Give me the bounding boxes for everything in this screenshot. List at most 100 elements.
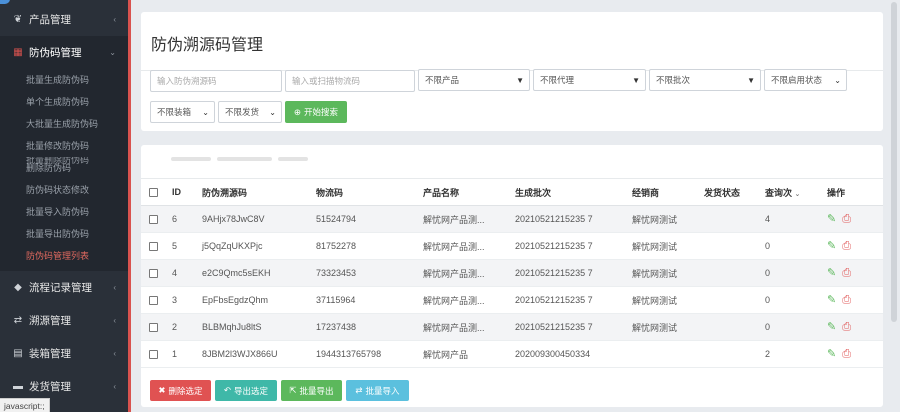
table-row: 5 j5QqZqUKXPjc 81752278 解忧网产品测... 202105… <box>141 232 883 260</box>
search-button[interactable]: ⊕ 开始搜索 <box>285 101 347 123</box>
edit-icon[interactable]: ✎ <box>827 213 836 225</box>
cell-id: 3 <box>169 286 199 314</box>
page-scrollbar[interactable] <box>888 0 900 412</box>
product-select[interactable]: 不限产品 ▼ <box>418 69 530 91</box>
row-select-cell <box>141 205 169 233</box>
enable-status-select-value: 不限启用状态 <box>771 75 823 85</box>
table-row: 3 EpFbsEgdzQhm 37115964 解忧网产品测... 202105… <box>141 286 883 314</box>
bulk-export-button[interactable]: ⇱ 批量导出 <box>281 380 342 401</box>
col-code: 防伪溯源码 <box>199 178 313 206</box>
cell-product: 解忧网产品测... <box>420 205 512 233</box>
sidebar-group-traceability[interactable]: ⇄ 溯源管理 ‹ <box>0 304 128 337</box>
table-panel: ID 防伪溯源码 物流码 产品名称 生成批次 经销商 发货状态 查询次 ⌄ 操作… <box>141 145 883 407</box>
cell-actions: ✎ ⎙ <box>824 313 883 341</box>
sidebar-item-batch-generate[interactable]: 批量生成防伪码 <box>0 69 128 91</box>
sidebar-item-status-edit[interactable]: 防伪码状态修改 <box>0 179 128 201</box>
edit-icon[interactable]: ✎ <box>827 294 836 306</box>
sidebar-item-overlap-ghost: 批量删除防伪码 <box>26 157 90 165</box>
print-icon[interactable]: ⎙ <box>842 321 851 333</box>
print-icon[interactable]: ⎙ <box>842 213 851 225</box>
caret-down-icon: ▼ <box>516 75 524 85</box>
cell-id: 6 <box>169 205 199 233</box>
sidebar-group-label: 产品管理 <box>29 13 71 26</box>
row-checkbox[interactable] <box>149 215 158 225</box>
print-icon[interactable]: ⎙ <box>842 240 851 252</box>
shipping-select[interactable]: 不限发货 ⌄ <box>218 101 282 123</box>
batch-select[interactable]: 不限批次 ▼ <box>649 69 761 91</box>
delete-selected-button[interactable]: ✖ 删除选定 <box>150 380 211 401</box>
cell-product: 解忧网产品测... <box>420 259 512 287</box>
export-icon: ⇱ <box>289 385 297 395</box>
chevron-down-icon: ⌄ <box>109 48 116 57</box>
cell-dealer: 解忧网测试 <box>629 286 701 314</box>
cell-logistics: 1944313765798 <box>313 340 420 368</box>
cell-actions: ✎ ⎙ <box>824 205 883 233</box>
sidebar-item-delete[interactable]: 删除防伪码 批量删除防伪码 <box>0 157 128 179</box>
packing-select[interactable]: 不限装箱 ⌄ <box>150 101 215 123</box>
sidebar-item-batch-export[interactable]: 批量导出防伪码 <box>0 223 128 245</box>
scrollbar-thumb[interactable] <box>891 2 897 322</box>
enable-status-select[interactable]: 不限启用状态 ⌄ <box>764 69 847 91</box>
sidebar-item-single-generate[interactable]: 单个生成防伪码 <box>0 91 128 113</box>
agent-select[interactable]: 不限代理 ▼ <box>533 69 646 91</box>
sidebar-group-process-records[interactable]: ◆ 流程记录管理 ‹ <box>0 271 128 304</box>
edit-icon[interactable]: ✎ <box>827 321 836 333</box>
logistics-search-input[interactable]: 输入或扫描物流码 <box>285 70 415 92</box>
cell-ship-status <box>701 205 762 233</box>
blurred-info-text <box>171 153 371 163</box>
cell-dealer <box>629 340 701 368</box>
col-product: 产品名称 <box>420 178 512 206</box>
cell-ship-status <box>701 259 762 287</box>
packing-select-value: 不限装箱 <box>157 107 192 117</box>
edit-icon[interactable]: ✎ <box>827 267 836 279</box>
tag-icon: ◆ <box>14 282 22 293</box>
leaf-icon: ❦ <box>13 13 23 25</box>
edit-icon[interactable]: ✎ <box>827 240 836 252</box>
row-checkbox[interactable] <box>149 269 158 279</box>
cell-code: j5QqZqUKXPjc <box>199 232 313 260</box>
caret-down-icon: ▼ <box>632 75 640 85</box>
bulk-import-button[interactable]: ⇄ 批量导入 <box>346 380 409 401</box>
export-selected-label: 导出选定 <box>234 385 269 396</box>
sidebar-item-batch-edit[interactable]: 批量修改防伪码 <box>0 135 128 157</box>
sidebar-group-anticounterfeit[interactable]: ▦ 防伪码管理 ⌄ <box>0 36 128 69</box>
cell-logistics: 17237438 <box>313 313 420 341</box>
col-batch: 生成批次 <box>512 178 629 206</box>
cell-product: 解忧网产品测... <box>420 313 512 341</box>
export-selected-button[interactable]: ↶ 导出选定 <box>215 380 277 401</box>
cell-code: e2C9Qmc5sEKH <box>199 259 313 287</box>
print-icon[interactable]: ⎙ <box>842 294 851 306</box>
chevron-left-icon: ‹ <box>113 349 116 358</box>
sidebar-group-label: 流程记录管理 <box>29 282 92 294</box>
print-icon[interactable]: ⎙ <box>842 348 851 360</box>
cell-id: 2 <box>169 313 199 341</box>
row-checkbox[interactable] <box>149 323 158 333</box>
cell-queries: 0 <box>762 313 824 341</box>
cell-dealer: 解忧网测试 <box>629 205 701 233</box>
select-all-checkbox[interactable] <box>149 188 158 198</box>
row-checkbox[interactable] <box>149 296 158 306</box>
chevron-down-icon: ⌄ <box>202 107 209 117</box>
page-title: 防伪溯源码管理 <box>151 37 264 54</box>
sidebar-item-batch-import[interactable]: 批量导入防伪码 <box>0 201 128 223</box>
sidebar-group-products[interactable]: ❦ 产品管理 ‹ <box>0 2 128 36</box>
table-row: 2 BLBMqhJu8ltS 17237438 解忧网产品测... 202105… <box>141 313 883 341</box>
col-id: ID <box>169 178 199 206</box>
row-checkbox[interactable] <box>149 350 158 360</box>
sort-down-icon: ⌄ <box>794 190 801 198</box>
sidebar-group-packing[interactable]: ▤ 装箱管理 ‹ <box>0 337 128 370</box>
sidebar-item-code-list[interactable]: 防伪码管理列表 <box>0 245 128 267</box>
cell-id: 4 <box>169 259 199 287</box>
edit-icon[interactable]: ✎ <box>827 348 836 360</box>
cell-actions: ✎ ⎙ <box>824 286 883 314</box>
cell-batch: 20210521215235 7 <box>512 286 629 314</box>
sidebar-item-large-generate[interactable]: 大批量生成防伪码 <box>0 113 128 135</box>
print-icon[interactable]: ⎙ <box>842 267 851 279</box>
col-queries[interactable]: 查询次 ⌄ <box>762 178 824 206</box>
row-checkbox[interactable] <box>149 242 158 252</box>
col-logistics: 物流码 <box>313 178 420 206</box>
row-select-cell <box>141 259 169 287</box>
col-actions: 操作 <box>824 178 883 206</box>
code-search-input[interactable]: 输入防伪溯源码 <box>150 70 282 92</box>
row-select-cell <box>141 340 169 368</box>
